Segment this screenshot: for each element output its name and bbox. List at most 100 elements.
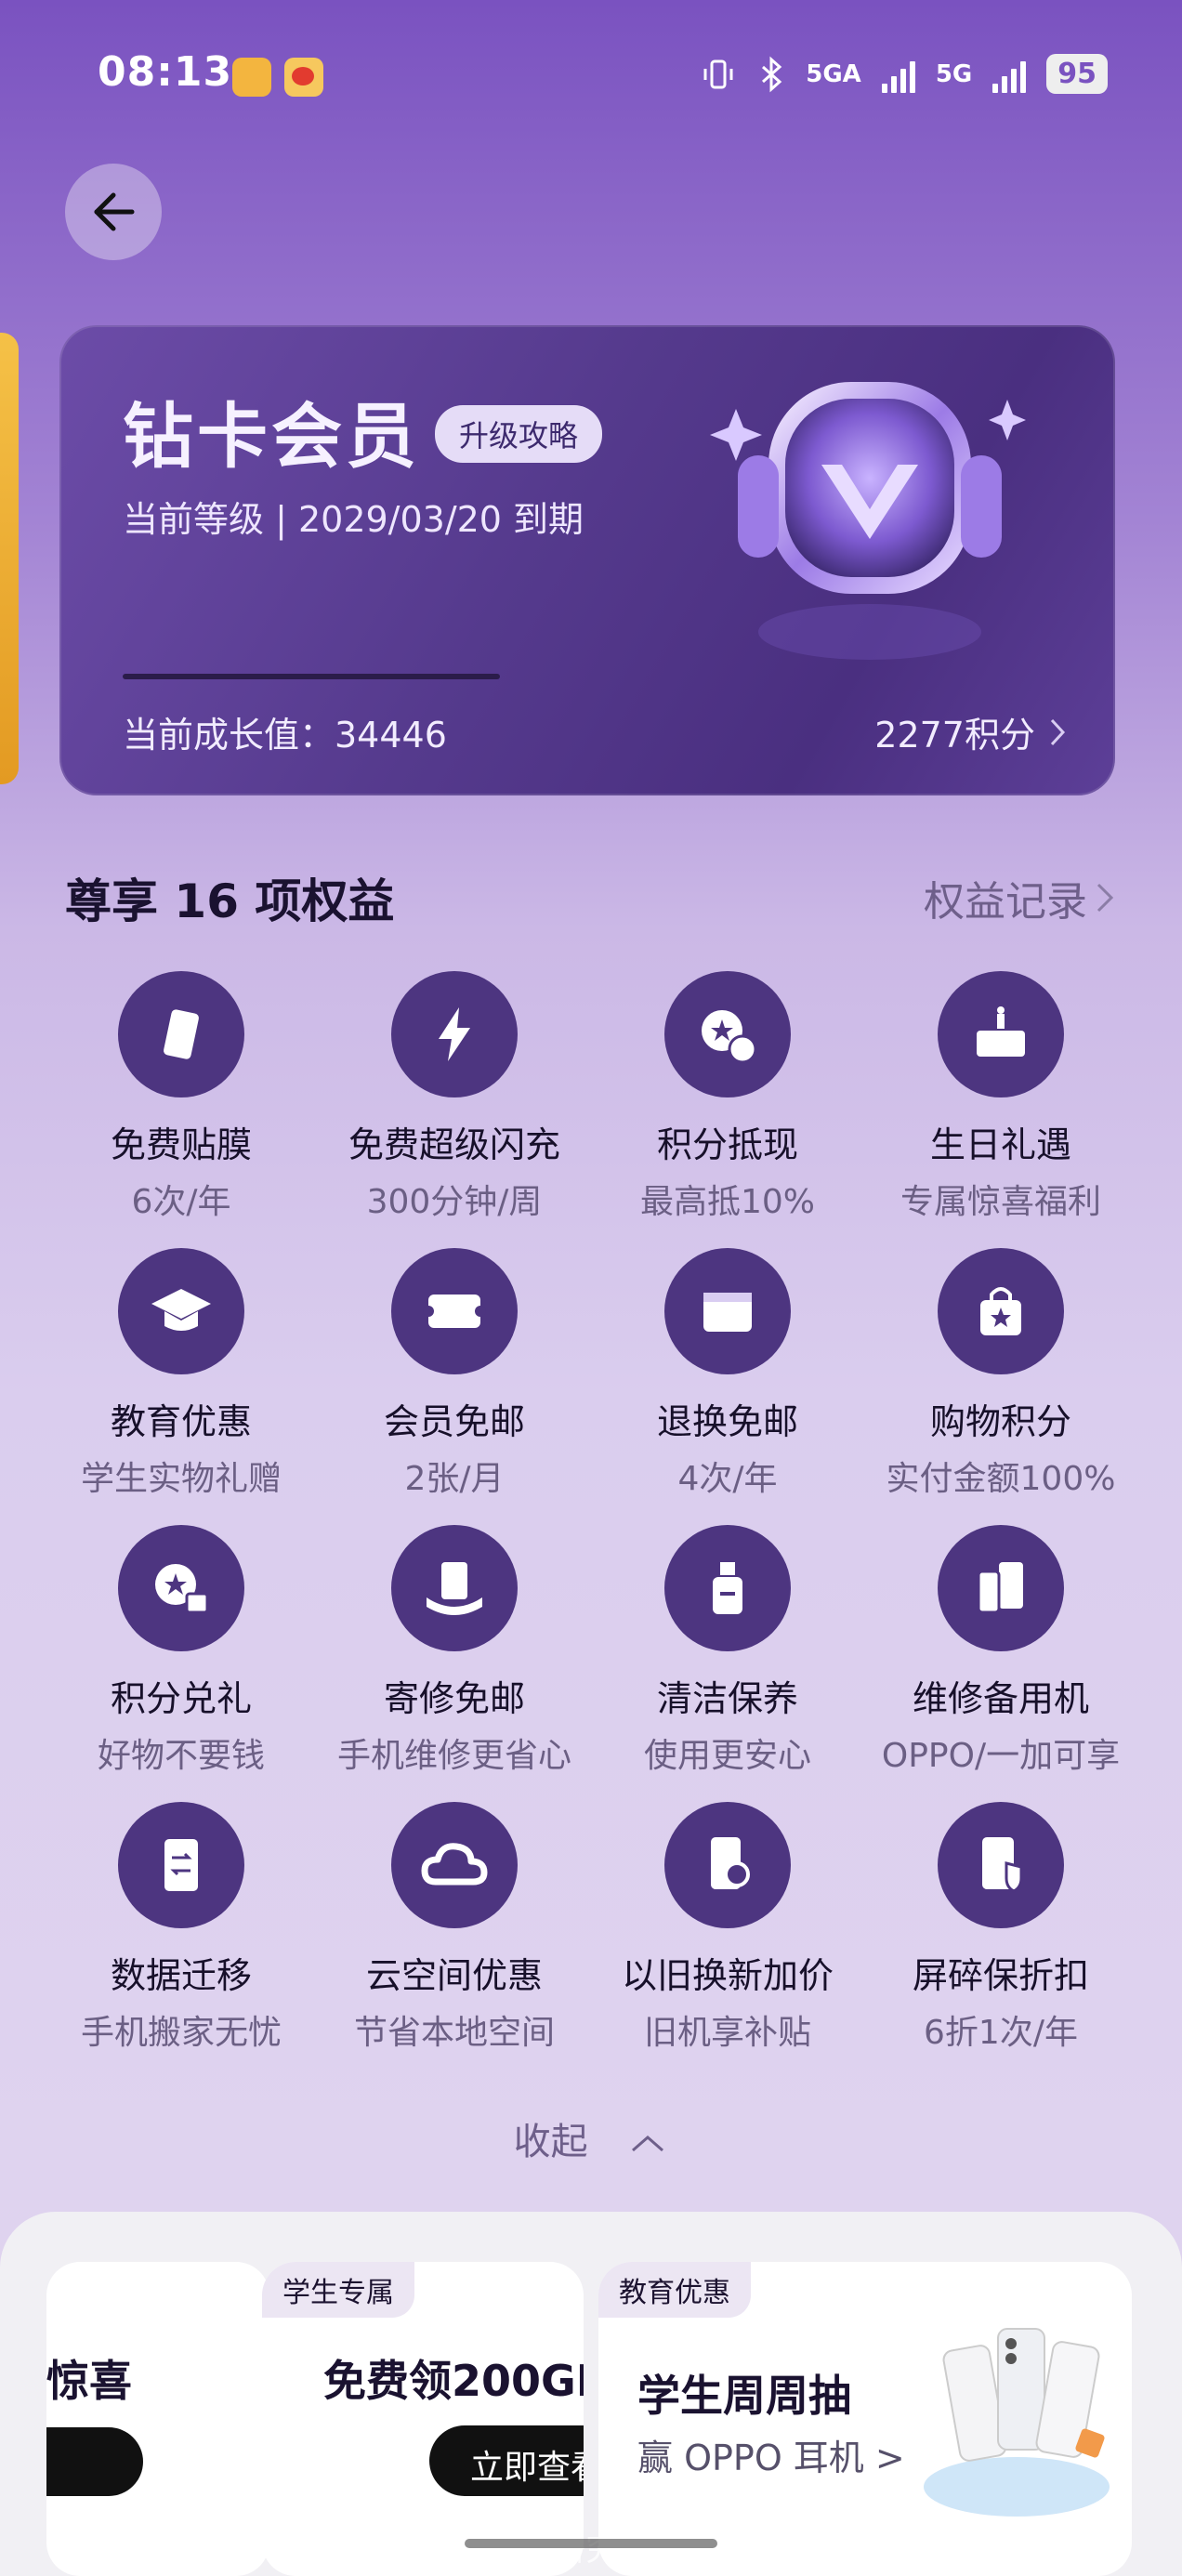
benefit-item[interactable]: 屏碎保折扣 6折1次/年 bbox=[853, 1802, 1149, 2054]
benefit-item[interactable]: 教育优惠 学生实物礼赠 bbox=[33, 1248, 329, 1500]
benefit-item[interactable]: 云空间优惠 节省本地空间 bbox=[307, 1802, 602, 2054]
benefit-item[interactable]: 购物积分 实付金额100% bbox=[853, 1248, 1149, 1500]
weibo-app-icon bbox=[284, 58, 323, 97]
data-transfer-icon bbox=[118, 1802, 244, 1928]
promo-sheet: 惊喜 学生专属 免费领200GB 立即查看 教育优惠 学生周周抽 赢 OPPO … bbox=[0, 2212, 1182, 2576]
screen-shield-icon bbox=[938, 1802, 1064, 1928]
mail-box-icon bbox=[664, 1248, 791, 1374]
lightning-icon bbox=[391, 971, 518, 1097]
benefit-name: 生日礼遇 bbox=[929, 1124, 1071, 1165]
diamond-badge-icon bbox=[710, 382, 1026, 660]
network-label-1: 5GA bbox=[806, 59, 861, 88]
benefit-desc: 4次/年 bbox=[677, 1460, 778, 1498]
benefit-desc: 300分钟/周 bbox=[366, 1183, 543, 1221]
benefit-desc: 6次/年 bbox=[131, 1183, 231, 1221]
benefit-item[interactable]: 清洁保养 使用更安心 bbox=[580, 1525, 875, 1777]
benefit-name: 教育优惠 bbox=[110, 1401, 252, 1442]
benefit-desc: 6折1次/年 bbox=[924, 2014, 1078, 2052]
benefit-item[interactable]: 以旧换新加价 旧机享补贴 bbox=[580, 1802, 875, 2054]
graduation-cap-icon bbox=[118, 1248, 244, 1374]
benefit-item[interactable]: 数据迁移 手机搬家无忧 bbox=[33, 1802, 329, 2054]
benefit-name: 屏碎保折扣 bbox=[912, 1955, 1089, 1996]
battery-indicator: 95 bbox=[1046, 54, 1108, 94]
back-button[interactable] bbox=[65, 164, 162, 260]
benefits-record-label: 权益记录 bbox=[924, 878, 1087, 926]
promo-title: 学生周周抽 bbox=[637, 2371, 851, 2421]
cloud-icon bbox=[391, 1802, 518, 1928]
benefit-name: 购物积分 bbox=[929, 1401, 1071, 1442]
benefit-desc: 2张/月 bbox=[404, 1460, 505, 1498]
promo-card[interactable]: 惊喜 bbox=[46, 2262, 269, 2576]
mail-ticket-icon bbox=[391, 1248, 518, 1374]
benefit-item[interactable]: 积分抵现 最高抵10% bbox=[580, 971, 875, 1223]
benefit-name: 免费贴膜 bbox=[110, 1124, 252, 1165]
benefit-name: 维修备用机 bbox=[912, 1678, 1089, 1719]
spare-phone-icon bbox=[938, 1525, 1064, 1651]
benefit-item[interactable]: 寄修免邮 手机维修更省心 bbox=[307, 1525, 602, 1777]
bluetooth-icon bbox=[762, 56, 782, 92]
gift-points-icon bbox=[118, 1525, 244, 1651]
repair-ship-icon bbox=[391, 1525, 518, 1651]
benefit-desc: OPPO/一加可享 bbox=[881, 1737, 1121, 1775]
promo-tag: 教育优惠 bbox=[598, 2262, 751, 2318]
benefit-name: 会员免邮 bbox=[383, 1401, 525, 1442]
benefit-desc: 手机维修更省心 bbox=[336, 1737, 571, 1775]
benefit-item[interactable]: 生日礼遇 专属惊喜福利 bbox=[853, 971, 1149, 1223]
points-coin-icon bbox=[664, 971, 791, 1097]
network-label-2: 5G bbox=[935, 59, 973, 88]
benefits-record-link[interactable]: 权益记录 bbox=[924, 868, 1117, 927]
benefit-desc: 好物不要钱 bbox=[97, 1737, 265, 1775]
benefits-title: 尊享 16 项权益 bbox=[65, 874, 395, 928]
signal-icon bbox=[881, 56, 915, 93]
benefit-item[interactable]: 免费贴膜 6次/年 bbox=[33, 971, 329, 1223]
view-now-button[interactable]: 立即查看 bbox=[429, 2425, 584, 2496]
benefit-name: 以旧换新加价 bbox=[621, 1955, 834, 1996]
spray-bottle-icon bbox=[664, 1525, 791, 1651]
benefit-name: 积分兑礼 bbox=[110, 1678, 252, 1719]
benefit-name: 云空间优惠 bbox=[365, 1955, 543, 1996]
promo-tag: 学生专属 bbox=[262, 2262, 414, 2318]
trade-in-icon bbox=[664, 1802, 791, 1928]
cake-icon bbox=[938, 971, 1064, 1097]
vibrate-icon bbox=[703, 59, 733, 88]
member-level-title: 钻卡会员 bbox=[123, 395, 420, 478]
benefit-item[interactable]: 积分兑礼 好物不要钱 bbox=[33, 1525, 329, 1777]
benefit-desc: 使用更安心 bbox=[643, 1737, 811, 1775]
benefit-desc: 学生实物礼赠 bbox=[80, 1460, 282, 1498]
chevron-right-icon bbox=[1050, 718, 1066, 745]
benefit-item[interactable]: 退换免邮 4次/年 bbox=[580, 1248, 875, 1500]
shopping-bag-icon bbox=[938, 1248, 1064, 1374]
benefit-desc: 旧机享补贴 bbox=[643, 2014, 811, 2052]
chevron-up-icon bbox=[632, 2136, 664, 2152]
phones-illustration-icon bbox=[924, 2328, 1110, 2517]
benefit-desc: 专属惊喜福利 bbox=[900, 1183, 1101, 1221]
benefit-name: 退换免邮 bbox=[656, 1401, 798, 1442]
benefit-name: 积分抵现 bbox=[656, 1124, 798, 1165]
growth-value: 当前成长值：34446 bbox=[123, 715, 447, 756]
benefit-item[interactable]: 维修备用机 OPPO/一加可享 bbox=[853, 1525, 1149, 1777]
collapse-label: 收起 bbox=[513, 2121, 588, 2163]
status-time: 08:13 bbox=[98, 48, 233, 96]
collapse-button[interactable]: 收起 bbox=[0, 2111, 1182, 2165]
benefit-name: 寄修免邮 bbox=[383, 1678, 525, 1719]
signal-icon-2 bbox=[992, 56, 1027, 93]
benefit-name: 清洁保养 bbox=[656, 1678, 798, 1719]
benefit-desc: 实付金额100% bbox=[886, 1460, 1116, 1498]
promo-title: 免费领200GB bbox=[323, 2356, 584, 2406]
expire-date: 当前等级 | 2029/03/20 到期 bbox=[123, 499, 584, 540]
home-indicator[interactable] bbox=[465, 2539, 717, 2548]
benefit-item[interactable]: 会员免邮 2张/月 bbox=[307, 1248, 602, 1500]
promo-subtitle: 赢 OPPO 耳机 > bbox=[637, 2438, 905, 2478]
benefit-item[interactable]: 免费超级闪充 300分钟/周 bbox=[307, 971, 602, 1223]
status-indicators: 5GA 5G 95 bbox=[700, 54, 1108, 94]
benefit-name: 免费超级闪充 bbox=[348, 1124, 560, 1165]
upgrade-guide-button[interactable]: 升级攻略 bbox=[435, 405, 603, 463]
benefit-desc: 最高抵10% bbox=[639, 1183, 816, 1221]
promo-button[interactable] bbox=[46, 2427, 143, 2496]
benefit-desc: 节省本地空间 bbox=[353, 2014, 555, 2052]
phone-film-icon bbox=[118, 971, 244, 1097]
points-value: 2277积分 bbox=[874, 715, 1035, 756]
adjacent-card-edge[interactable] bbox=[0, 333, 19, 784]
benefit-name: 数据迁移 bbox=[110, 1955, 252, 1996]
points-link[interactable]: 2277积分 bbox=[874, 706, 1067, 757]
